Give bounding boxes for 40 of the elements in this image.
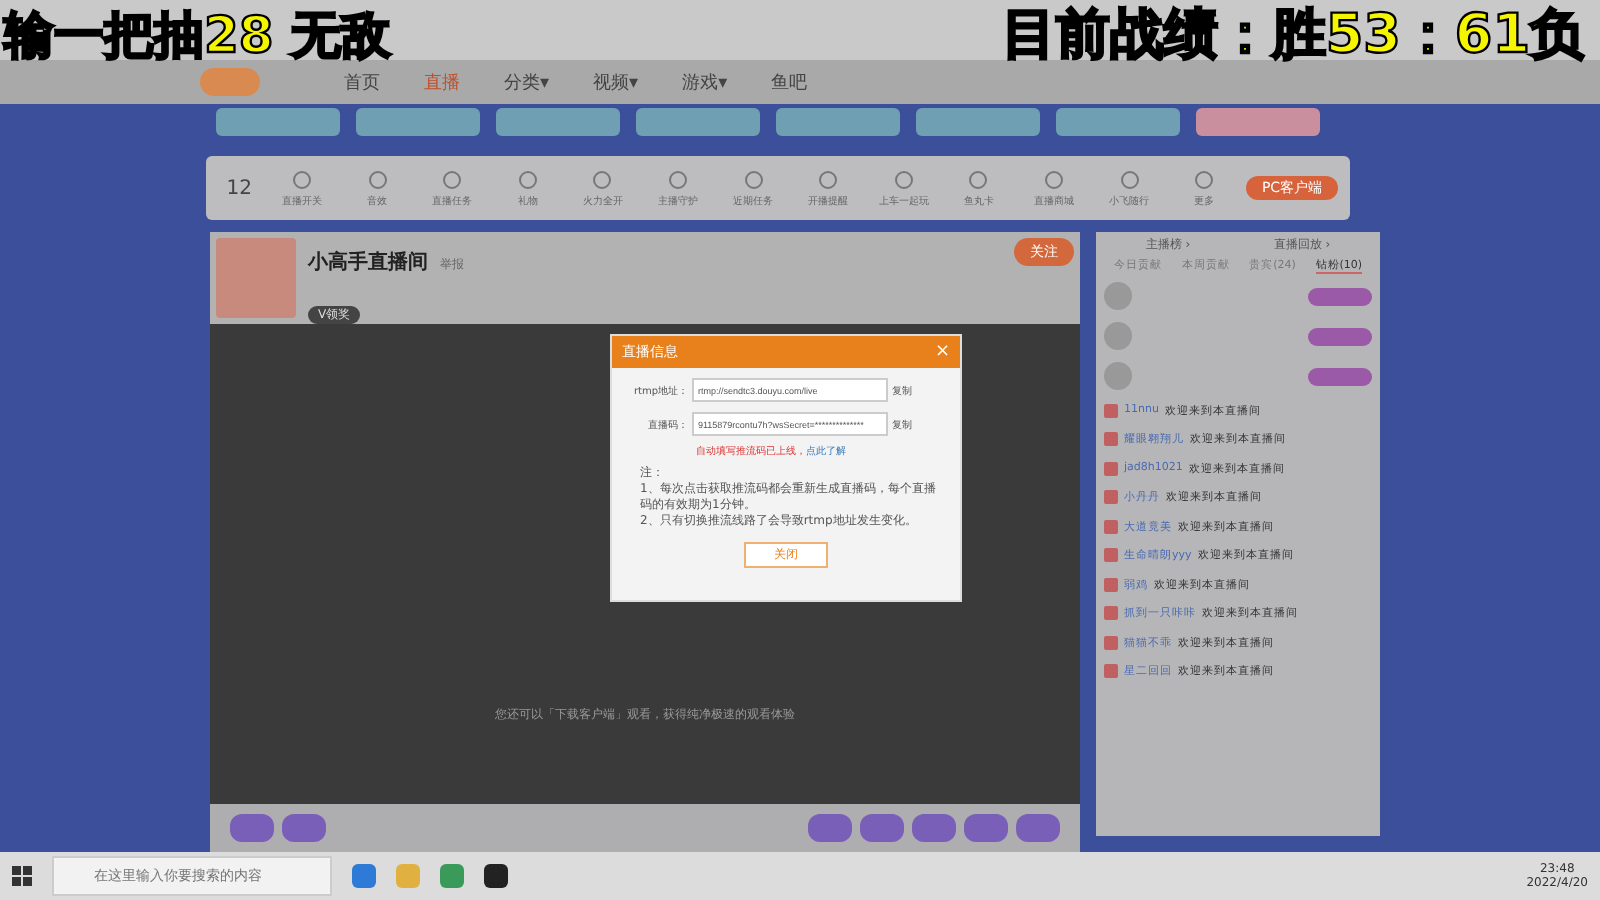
banner-tile[interactable] [496, 108, 620, 136]
tool-icon[interactable] [517, 169, 538, 189]
banner-tile[interactable] [636, 108, 760, 136]
nav-link[interactable]: 视频▾ [593, 69, 639, 95]
room-title: 小高手直播间 [308, 252, 428, 274]
avatar [1104, 282, 1132, 310]
banner-tile[interactable] [356, 108, 480, 136]
tool-icon[interactable] [667, 169, 688, 189]
banner-tile[interactable] [776, 108, 900, 136]
tool-icon[interactable] [1119, 169, 1140, 189]
tool-icon[interactable] [292, 169, 313, 189]
avatar [1104, 322, 1132, 350]
tool-icon[interactable] [442, 169, 463, 189]
fan-badge [1308, 327, 1372, 345]
nav-link[interactable]: 游戏▾ [682, 69, 728, 95]
tool-icon[interactable] [743, 169, 764, 189]
caption-text: 目前战绩：胜53：61负 [1001, 2, 1584, 70]
tool-icon[interactable] [893, 169, 914, 189]
fan-badge [1308, 367, 1372, 385]
count-text: 12 [224, 177, 254, 199]
avatar [216, 238, 296, 318]
banner-tile[interactable] [1196, 108, 1320, 136]
fan-badge [1308, 287, 1372, 305]
tool-icon[interactable] [968, 169, 989, 189]
tool-icon[interactable] [1194, 169, 1215, 189]
nav-link[interactable]: 直播 [424, 69, 460, 95]
tool-icon[interactable] [367, 169, 388, 189]
tool-icon[interactable] [592, 169, 613, 189]
nav-link[interactable]: 鱼吧 [771, 69, 808, 95]
caption-text: 输一把抽28 无敌 [4, 4, 391, 68]
tool-icon[interactable] [818, 169, 839, 189]
banner-tile[interactable] [1056, 108, 1180, 136]
nav-link[interactable]: 分类▾ [504, 69, 550, 95]
close-button[interactable]: × [934, 342, 950, 362]
banner-tile[interactable] [916, 108, 1040, 136]
tool-icon[interactable] [1043, 169, 1064, 189]
windows-icon[interactable] [12, 866, 32, 886]
avatar [1104, 362, 1132, 390]
banner-tile[interactable] [216, 108, 340, 136]
nav-link[interactable]: 首页 [344, 69, 380, 95]
